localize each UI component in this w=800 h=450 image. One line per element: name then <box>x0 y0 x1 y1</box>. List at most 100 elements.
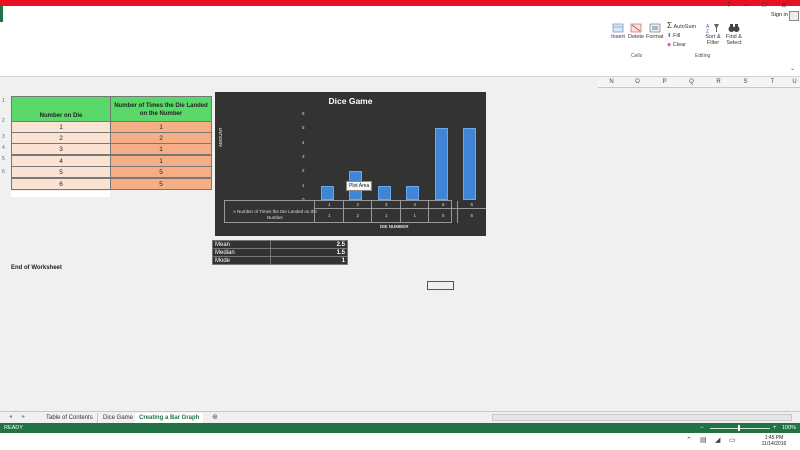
table-cell-times[interactable]: 5 <box>110 178 212 190</box>
bar-chart[interactable]: Dice Game AMOUNT 0123456 Plot Area ■ Num… <box>215 92 486 236</box>
column-header[interactable]: Q <box>678 78 705 87</box>
column-headers: N O P Q R S T U <box>598 78 800 88</box>
horizontal-scrollbar[interactable] <box>492 414 792 421</box>
column-header[interactable]: R <box>705 78 732 87</box>
sheet-tab[interactable]: Table of Contents <box>42 413 98 423</box>
maximize-button[interactable]: □ <box>762 2 766 9</box>
end-of-worksheet-label[interactable]: End of Worksheet <box>11 265 62 271</box>
column-header[interactable]: O <box>624 78 651 87</box>
find-select-label: Find & Select <box>726 34 742 46</box>
format-icon <box>649 23 660 33</box>
series-name: Number of Times the Die Landed on the Nu… <box>237 209 317 220</box>
format-label: Format <box>646 34 664 40</box>
volume-icon[interactable]: ◢ <box>715 436 720 444</box>
row-number[interactable]: 2 <box>2 118 5 124</box>
table-cell-times[interactable]: 5 <box>110 166 212 178</box>
bar-3[interactable] <box>377 185 391 200</box>
fill-label: Fill <box>673 33 681 39</box>
status-ready: READY <box>4 425 23 431</box>
help-button[interactable]: ? <box>727 2 731 9</box>
network-icon[interactable]: ▤ <box>700 436 707 444</box>
clear-button[interactable]: ◆ Clear <box>667 42 686 48</box>
add-sheet-icon[interactable]: ⊕ <box>212 413 218 421</box>
y-tick-label: 4 <box>302 139 305 145</box>
row-number[interactable]: 4 <box>2 145 5 151</box>
blank-cell[interactable] <box>11 191 110 197</box>
bar-6[interactable] <box>463 128 477 200</box>
chart-title[interactable]: Dice Game <box>215 96 486 106</box>
table-cell-number[interactable]: 6 <box>11 178 111 190</box>
data-table-series-label: ■ Number of Times the Die Landed on the … <box>226 209 324 221</box>
insert-button[interactable]: Insert <box>610 23 626 40</box>
header-times-landed[interactable]: Number of Times the Die Landed on the Nu… <box>110 96 212 122</box>
sheet-tab[interactable]: Dice Game <box>99 413 139 423</box>
row-number[interactable]: 5 <box>2 156 5 162</box>
sort-filter-button[interactable]: AZ Sort & Filter <box>703 23 723 46</box>
legend-key-icon: ■ <box>233 209 236 214</box>
formula-bar[interactable]: ⌄ <box>0 62 800 77</box>
y-tick-label: 6 <box>302 111 305 116</box>
tab-scroll-right-icon[interactable]: ▸ <box>22 413 25 420</box>
selected-cell[interactable] <box>427 281 454 290</box>
sigma-icon: Σ <box>667 21 672 30</box>
data-table-value: 5 <box>456 208 487 223</box>
fill-button[interactable]: ⬇ Fill <box>667 33 680 39</box>
zoom-level[interactable]: 100% <box>782 425 796 431</box>
close-button[interactable]: ✕ <box>781 2 787 10</box>
clock-date: 11/14/2016 <box>761 441 787 447</box>
status-bar: READY − + 100% <box>0 423 800 433</box>
table-cell-number[interactable]: 3 <box>11 143 111 155</box>
zoom-in-icon[interactable]: + <box>773 425 777 431</box>
chevron-down-icon[interactable]: ⌄ <box>790 65 795 72</box>
sort-filter-icon: AZ <box>706 24 719 33</box>
minimize-button[interactable]: – <box>744 2 748 9</box>
row-number[interactable]: 3 <box>2 134 5 140</box>
x-axis-title[interactable]: DIE NUMBER <box>380 224 409 229</box>
sign-in-link[interactable]: Sign in <box>771 12 788 18</box>
header-number-on-die[interactable]: Number on Die <box>11 96 111 122</box>
y-axis-title[interactable]: AMOUNT <box>218 128 223 148</box>
format-button[interactable]: Format <box>646 23 663 40</box>
action-center-icon[interactable]: ▭ <box>729 436 736 444</box>
data-table-value: 1 <box>314 208 344 223</box>
tray-up-icon[interactable]: ⌃ <box>686 436 692 444</box>
autosum-button[interactable]: Σ AutoSum <box>667 21 696 31</box>
row-number[interactable]: 1 <box>2 98 5 104</box>
column-header[interactable]: S <box>732 78 759 87</box>
table-cell-times[interactable]: 1 <box>110 143 212 155</box>
stat-value[interactable]: 1 <box>270 256 348 265</box>
zoom-out-icon[interactable]: − <box>700 425 704 431</box>
clear-label: Clear <box>672 42 686 48</box>
row-headers: 1 2 3 4 5 6 <box>0 90 10 420</box>
column-header[interactable]: P <box>651 78 678 87</box>
bar-1[interactable] <box>320 185 334 200</box>
bar-5[interactable] <box>434 128 448 200</box>
avatar[interactable] <box>789 11 799 21</box>
delete-label: Delete <box>628 34 644 40</box>
ribbon-home-right: Insert Delete Format Cells Σ AutoSum ⬇ F… <box>605 20 800 62</box>
column-header[interactable]: N <box>598 78 625 87</box>
y-tick-label: 3 <box>302 154 305 159</box>
data-table-value: 2 <box>342 208 373 223</box>
zoom-slider[interactable] <box>710 427 770 429</box>
bar-4[interactable] <box>406 185 420 200</box>
sort-filter-label: Sort & Filter <box>705 34 721 46</box>
data-table-value: 1 <box>371 208 401 223</box>
clock[interactable]: 1:45 PM 11/14/2016 <box>758 435 790 447</box>
find-select-button[interactable]: Find & Select <box>723 23 745 46</box>
stat-label[interactable]: Mode <box>212 256 271 265</box>
y-tick-label: 1 <box>302 182 305 188</box>
insert-label: Insert <box>611 34 625 40</box>
chart-data-table[interactable]: ■ Number of Times the Die Landed on the … <box>224 200 486 223</box>
insert-icon <box>612 23 624 33</box>
delete-button[interactable]: Delete <box>628 23 644 40</box>
zoom-slider-handle[interactable] <box>738 425 740 431</box>
cells-group-label: Cells <box>631 53 643 59</box>
y-tick-label: 5 <box>302 125 305 131</box>
table-cell-number[interactable]: 5 <box>11 166 111 178</box>
row-number[interactable]: 6 <box>2 169 5 175</box>
editing-group-label: Editing <box>695 53 711 59</box>
data-table-value: 1 <box>399 208 430 223</box>
column-header[interactable]: U <box>781 78 800 87</box>
tab-scroll-left-icon[interactable]: ◂ <box>9 413 12 420</box>
